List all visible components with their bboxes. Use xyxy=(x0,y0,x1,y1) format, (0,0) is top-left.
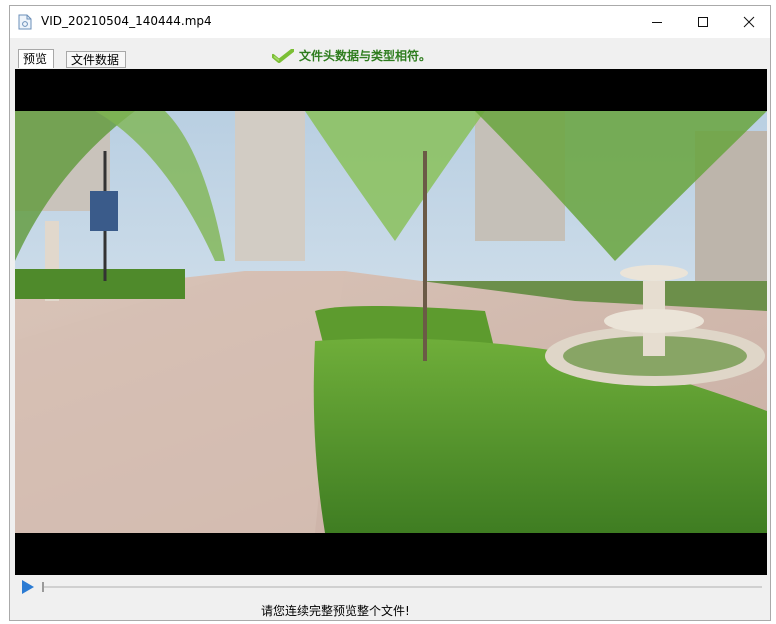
maximize-icon xyxy=(698,17,708,27)
video-frame xyxy=(15,111,767,533)
window-title: VID_20210504_140444.mp4 xyxy=(41,14,212,28)
playback-controls xyxy=(15,576,767,600)
play-icon[interactable] xyxy=(22,580,34,594)
preview-window: VID_20210504_140444.mp4 预览 文件数据 文件头数据与类型… xyxy=(9,5,771,621)
tab-file-data[interactable]: 文件数据 xyxy=(66,51,126,68)
status-message: 文件头数据与类型相符。 xyxy=(272,47,431,64)
close-icon xyxy=(743,16,755,28)
seek-handle[interactable] xyxy=(42,582,44,592)
document-icon xyxy=(18,14,32,30)
status-text: 文件头数据与类型相符。 xyxy=(299,49,432,63)
close-button[interactable] xyxy=(726,6,772,38)
seek-bar[interactable] xyxy=(42,586,762,588)
video-preview[interactable] xyxy=(15,69,767,575)
title-bar: VID_20210504_140444.mp4 xyxy=(10,6,770,38)
minimize-button[interactable] xyxy=(634,6,680,38)
check-icon xyxy=(272,48,294,63)
maximize-button[interactable] xyxy=(680,6,726,38)
tab-preview[interactable]: 预览 xyxy=(18,49,54,68)
minimize-icon xyxy=(652,22,662,23)
preview-notice: 请您连续完整预览整个文件! xyxy=(261,604,410,618)
